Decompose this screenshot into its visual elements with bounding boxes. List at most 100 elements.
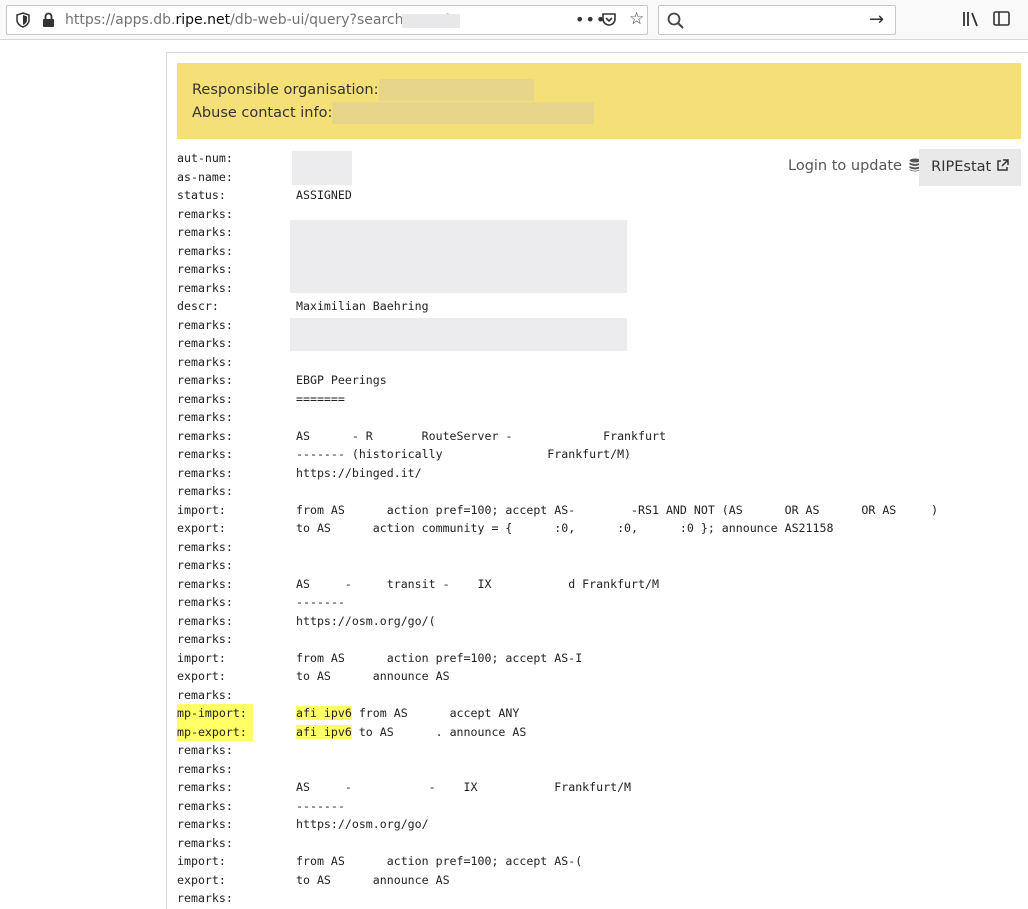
record-key: remarks: [177,206,233,221]
record-row: remarks: [177,279,937,298]
record-row: remarks: [177,556,937,575]
record-key: remarks: [177,798,233,813]
record-key: remarks: [177,317,233,332]
record-value-text: from AS accept ANY [351,706,520,720]
record-key: remarks: [177,613,233,628]
record-row: remarks: [177,834,937,853]
record-row: remarks: [177,889,937,908]
record-row: remarks: [177,408,937,427]
record-key: remarks: [177,391,233,406]
record-row: remarks: AS - - IX Frankfurt/M [177,778,937,797]
record-value: https://osm.org/go/ [296,817,429,831]
ripestat-label: RIPEstat [931,159,992,175]
record-key: remarks: [177,632,233,646]
responsible-organisation-line: Responsible organisation: [192,79,1006,102]
record-value: from AS action pref=100; accept AS-I [296,650,583,665]
record-key: remarks: [177,743,233,757]
record-row: remarks: AS - transit - IX d Frankfurt/M [177,575,937,594]
record-value: Maximilian Baehring [296,299,429,313]
record-row: remarks: [177,538,937,557]
shield-icon[interactable] [16,12,30,32]
redacted-abuse-contact [332,102,595,124]
abuse-contact-line: Abuse contact info: [192,102,1006,125]
record-row: status: ASSIGNED [177,186,937,205]
record-value: EBGP Peerings [296,373,387,387]
record-key: export: [177,872,226,887]
record-key: remarks: [177,687,233,702]
record-key: remarks: [177,558,233,572]
record-key: import: [177,502,226,517]
url-redacted [402,14,460,28]
record-row: export: to AS announce AS [177,871,937,890]
record-value-text: to AS . announce AS [351,724,527,739]
record-key: remarks: [177,225,233,239]
record-key: export: [177,521,226,535]
record-row: remarks: EBGP Peerings [177,371,937,390]
record-value: AS - transit - IX d Frankfurt/M [296,576,659,591]
record-key: remarks: [177,428,233,443]
record-value: afi ipv6 to AS . announce AS [296,723,526,742]
record-key: descr: [177,299,219,313]
record-key: status: [177,188,226,202]
record-row: export: to AS announce AS [177,667,937,686]
bookmark-star-icon[interactable]: ☆ [629,9,644,29]
record-row: remarks: [177,223,937,242]
panel-left-border [166,52,167,909]
record-value: to AS announce AS [296,872,450,887]
record-row: remarks: [177,260,937,279]
record-row: remarks: ------- [177,593,937,612]
record-row: remarks: [177,353,937,372]
highlighted-afi: afi ipv6 [296,724,352,739]
record-row: as-name: [177,168,937,187]
record-value: from AS action pref=100; accept AS-( [296,854,583,868]
url-text[interactable]: https://apps.db.ripe.net/db-web-ui/query… [65,12,452,28]
record-row: remarks: [177,205,937,224]
record-row: remarks: https://osm.org/go/( [177,612,937,631]
lock-icon[interactable] [42,12,55,32]
record-value: ASSIGNED [296,188,352,202]
record-value: https://osm.org/go/( [296,613,436,628]
record-row: remarks: [177,760,937,779]
panel-top-border [166,52,1028,53]
record-key: remarks: [177,576,233,591]
sidebar-icon[interactable] [993,10,1010,31]
record-value: ------- [296,798,345,813]
record-row: remarks: [177,630,937,649]
record-key: remarks: [177,539,233,554]
url-bar[interactable]: https://apps.db.ripe.net/db-web-ui/query… [6,5,648,35]
whois-record-list: aut-num: as-name: status: ASSIGNED remarks: r… [177,149,938,908]
responsible-organisation-label: Responsible organisation: [192,82,379,98]
record-value: to AS announce AS [296,669,450,683]
record-key: remarks: [177,410,233,424]
pocket-icon[interactable] [601,12,617,32]
record-value: ======= [296,391,345,406]
record-row: remarks: https://binged.it/ [177,464,937,483]
record-key: remarks: [177,447,233,461]
record-key: as-name: [177,169,233,184]
record-key: remarks: [177,243,233,258]
highlighted-afi: afi ipv6 [296,706,352,720]
record-key: remarks: [177,595,233,609]
record-key: remarks: [177,262,233,276]
record-row: import: from AS action pref=100; accept A… [177,649,937,668]
record-row: remarks: [177,741,937,760]
record-row: remarks: AS - R RouteServer - Frankfurt [177,427,937,446]
record-row: remarks: ======= [177,390,937,409]
record-key: remarks: [177,835,233,850]
record-row: remarks: [177,242,937,261]
record-key: remarks: [177,280,233,295]
record-key: import: [177,650,226,665]
record-row: remarks: ------- (historically Frankfurt/… [177,445,937,464]
abuse-contact-label: Abuse contact info: [192,105,333,121]
record-key: remarks: [177,465,233,480]
record-row: remarks: [177,334,937,353]
go-arrow-icon[interactable]: → [869,9,884,30]
library-icon[interactable] [962,10,980,32]
search-bar[interactable]: → [658,5,896,35]
record-key: export: [177,669,226,683]
record-value: afi ipv6 from AS accept ANY [296,704,519,723]
browser-toolbar: https://apps.db.ripe.net/db-web-ui/query… [0,0,1028,40]
record-value: ------- [296,595,345,609]
record-key: remarks: [177,354,233,369]
contact-banner: Responsible organisation: Abuse contact … [177,63,1021,139]
